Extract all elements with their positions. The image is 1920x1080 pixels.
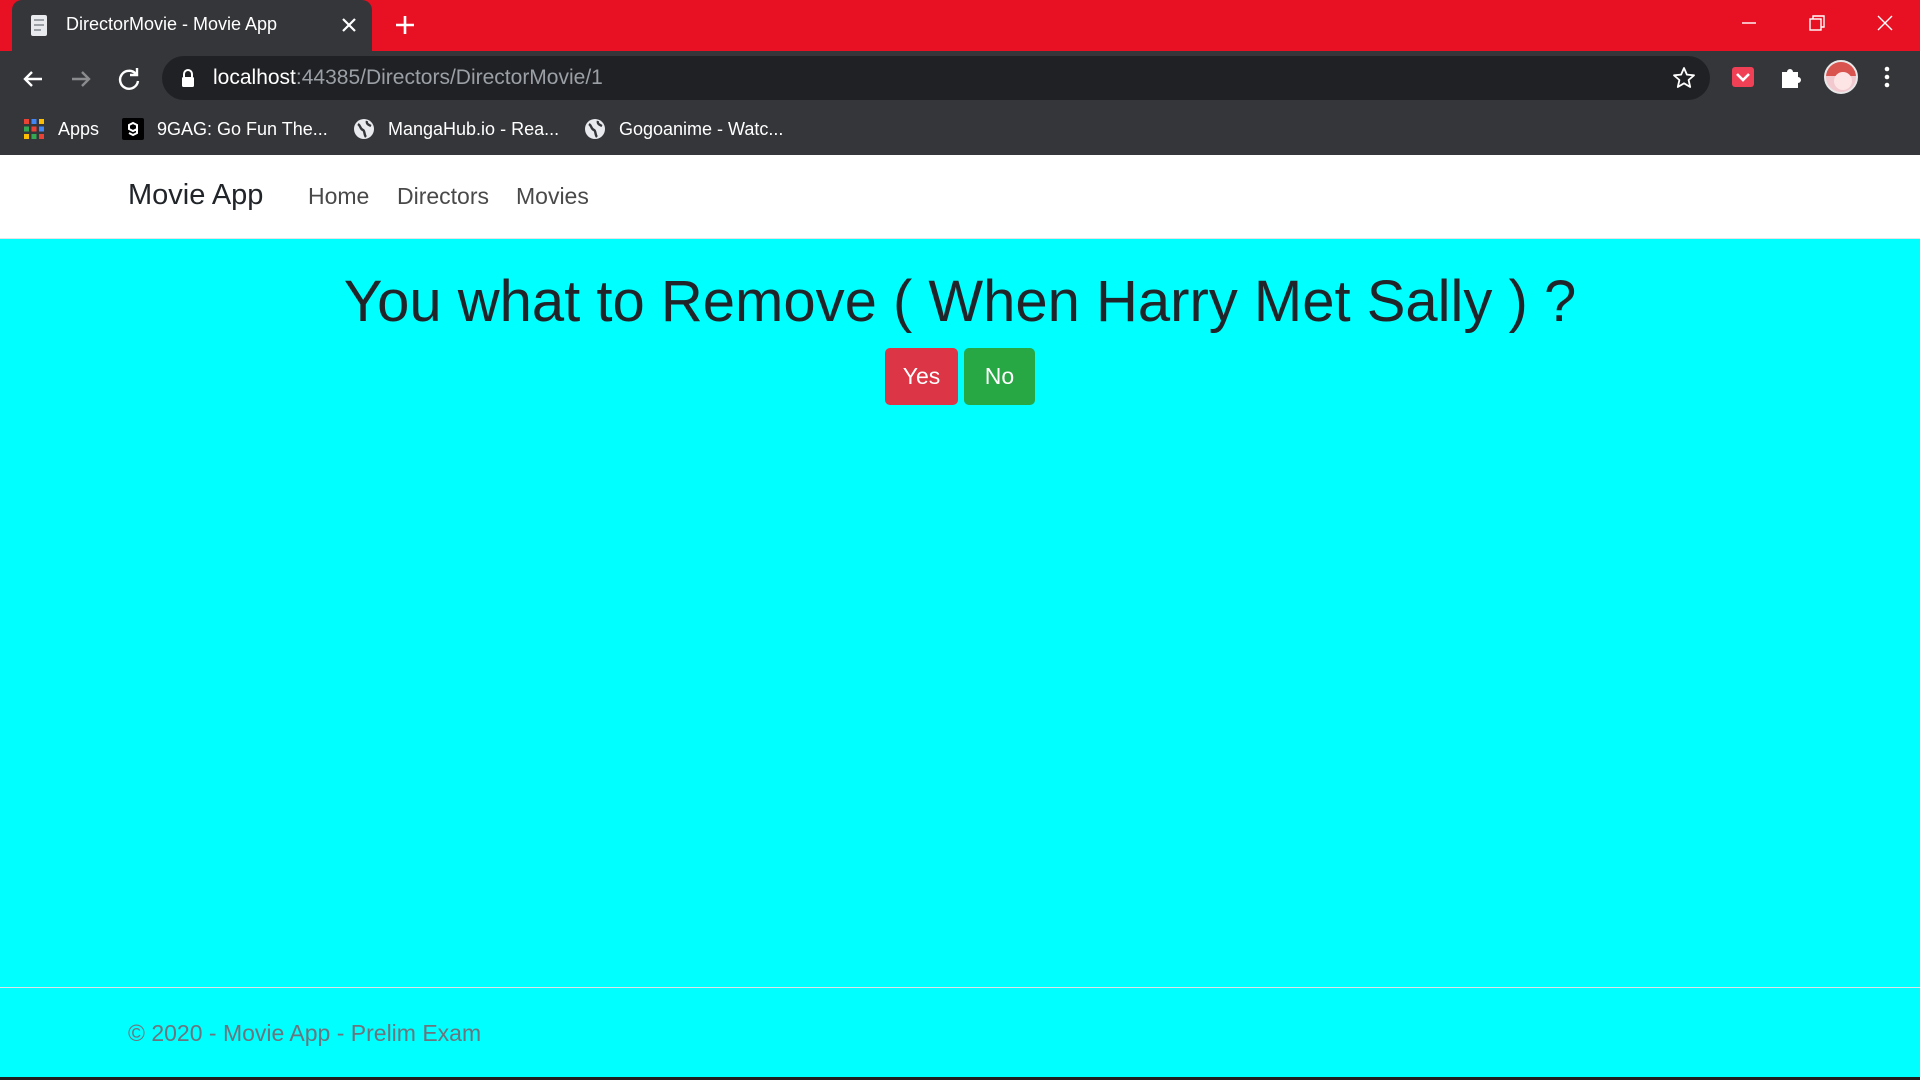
lock-icon[interactable]	[180, 68, 196, 88]
browser-tab-active[interactable]: DirectorMovie - Movie App	[12, 0, 372, 51]
forward-arrow-icon[interactable]	[65, 63, 97, 95]
site-footer: © 2020 - Movie App - Prelim Exam	[0, 987, 1920, 1080]
bookmark-gogoanime[interactable]: Gogoanime - Watc...	[583, 111, 783, 147]
bookmark-label: Apps	[58, 118, 100, 139]
9gag-icon	[122, 118, 144, 140]
nav-link-directors[interactable]: Directors	[397, 183, 489, 210]
site-navbar: Movie App Home Directors Movies	[0, 155, 1920, 239]
footer-copyright: © 2020 - Movie App - Prelim Exam	[128, 1020, 482, 1046]
window-close-icon[interactable]	[1870, 8, 1900, 38]
new-tab-icon[interactable]	[392, 12, 418, 38]
url-path: :44385/Directors/DirectorMovie/1	[295, 66, 603, 89]
bookmark-mangahub[interactable]: MangaHub.io - Rea...	[352, 111, 559, 147]
bookmark-label: Gogoanime - Watc...	[619, 118, 784, 139]
navbar-brand[interactable]: Movie App	[128, 179, 263, 212]
nav-link-home[interactable]: Home	[308, 183, 369, 210]
globe-icon	[354, 119, 374, 139]
browser-toolbar: localhost:44385/Directors/DirectorMovie/…	[0, 51, 1920, 155]
puzzle-extensions-icon[interactable]	[1776, 62, 1806, 92]
nav-link-movies[interactable]: Movies	[516, 183, 589, 210]
address-bar[interactable]: localhost:44385/Directors/DirectorMovie/…	[162, 56, 1710, 100]
restore-icon[interactable]	[1802, 8, 1832, 38]
bookmark-label: MangaHub.io - Rea...	[388, 118, 560, 139]
profile-avatar[interactable]	[1824, 60, 1858, 94]
document-icon	[31, 15, 47, 36]
reload-icon[interactable]	[113, 63, 145, 95]
bookmark-label: 9GAG: Go Fun The...	[157, 118, 328, 139]
bookmarks-bar: Apps 9GAG: Go Fun The... MangaHub.io - R…	[0, 111, 1920, 147]
pocket-extension-icon[interactable]	[1728, 62, 1758, 92]
bookmark-star-icon[interactable]	[1672, 66, 1696, 90]
back-arrow-icon[interactable]	[17, 63, 49, 95]
url-text[interactable]: localhost:44385/Directors/DirectorMovie/…	[213, 66, 603, 90]
minimize-icon[interactable]	[1734, 8, 1764, 38]
tab-title: DirectorMovie - Movie App	[66, 14, 278, 34]
close-tab-icon[interactable]	[338, 14, 360, 36]
bookmark-apps[interactable]: Apps	[22, 111, 99, 147]
globe-icon	[585, 119, 605, 139]
url-host: localhost	[213, 66, 296, 89]
more-menu-icon[interactable]	[1872, 62, 1902, 92]
browser-tabstrip: DirectorMovie - Movie App	[0, 0, 1920, 51]
no-button[interactable]: No	[964, 348, 1035, 405]
confirm-remove-heading: You what to Remove ( When Harry Met Sall…	[343, 269, 1577, 334]
apps-grid-icon	[24, 119, 44, 139]
bookmark-9gag[interactable]: 9GAG: Go Fun The...	[121, 111, 328, 147]
yes-button[interactable]: Yes	[885, 348, 958, 405]
